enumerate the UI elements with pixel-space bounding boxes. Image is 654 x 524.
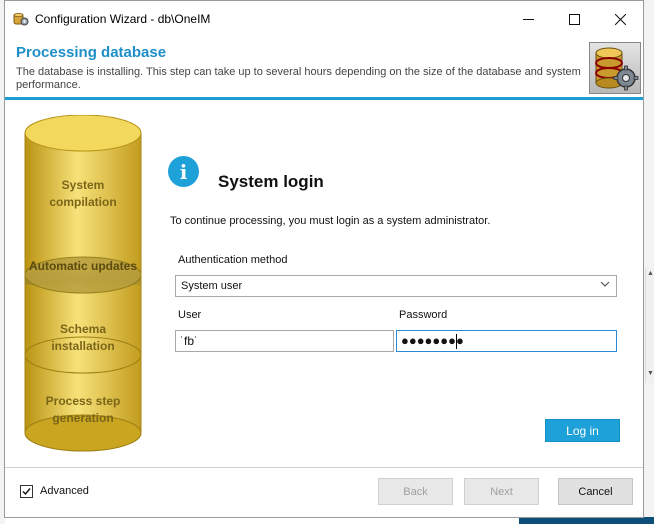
close-button[interactable] (597, 1, 643, 37)
maximize-icon (568, 13, 580, 25)
wizard-header: Processing database The database is inst… (5, 37, 643, 97)
login-button[interactable]: Log in (545, 419, 620, 442)
text-caret (456, 334, 457, 349)
background-right-strip (644, 0, 654, 524)
user-label: User (178, 309, 202, 321)
step-system-compilation: System compilation (49, 178, 117, 209)
wizard-gear-icon (13, 12, 29, 26)
auth-method-select[interactable]: System user (175, 275, 617, 297)
configuration-wizard-window: Configuration Wizard - db\OneIM Processi… (4, 0, 644, 518)
minimize-button[interactable] (505, 1, 551, 37)
footer-divider (5, 467, 643, 468)
password-value: ●●●●●●●● (401, 333, 464, 348)
background-taskbar-fragment (519, 517, 654, 524)
password-label: Password (399, 309, 448, 321)
background-scrollbar: ▲ ▼ (645, 268, 654, 383)
next-button[interactable]: Next (464, 478, 539, 505)
steps-cylinder: System compilation Automatic updates Sch… (21, 115, 151, 460)
maximize-button[interactable] (551, 1, 597, 37)
page-title: Processing database (16, 44, 167, 61)
auth-method-value: System user (181, 280, 243, 292)
minimize-icon (522, 18, 534, 20)
info-icon: i (168, 156, 199, 187)
user-input[interactable]: ˙fb˙ (175, 330, 394, 352)
checkmark-icon (22, 488, 31, 496)
window-title: Configuration Wizard - db\OneIM (35, 12, 211, 26)
login-title: System login (218, 172, 324, 191)
back-button[interactable]: Back (378, 478, 453, 505)
page-description: The database is installing. This step ca… (16, 66, 581, 91)
password-input[interactable]: ●●●●●●●● (396, 330, 617, 352)
login-instruction: To continue processing, you must login a… (170, 215, 491, 227)
scroll-up-icon: ▲ (647, 270, 654, 277)
advanced-label[interactable]: Advanced (40, 485, 89, 497)
auth-method-label: Authentication method (178, 254, 288, 266)
close-icon (614, 13, 626, 25)
chevron-down-icon (600, 279, 610, 292)
step-schema-installation: Schema installation (51, 322, 115, 353)
database-gear-icon (589, 42, 641, 94)
step-automatic-updates: Automatic updates (28, 259, 137, 273)
title-bar[interactable]: Configuration Wizard - db\OneIM (5, 1, 643, 37)
scroll-down-icon: ▼ (647, 370, 654, 377)
cancel-button[interactable]: Cancel (558, 478, 633, 505)
header-divider (5, 97, 643, 100)
step-process-step-generation: Process step generation (45, 394, 121, 425)
user-value: ˙fb˙ (180, 334, 198, 348)
advanced-checkbox[interactable] (20, 485, 33, 498)
